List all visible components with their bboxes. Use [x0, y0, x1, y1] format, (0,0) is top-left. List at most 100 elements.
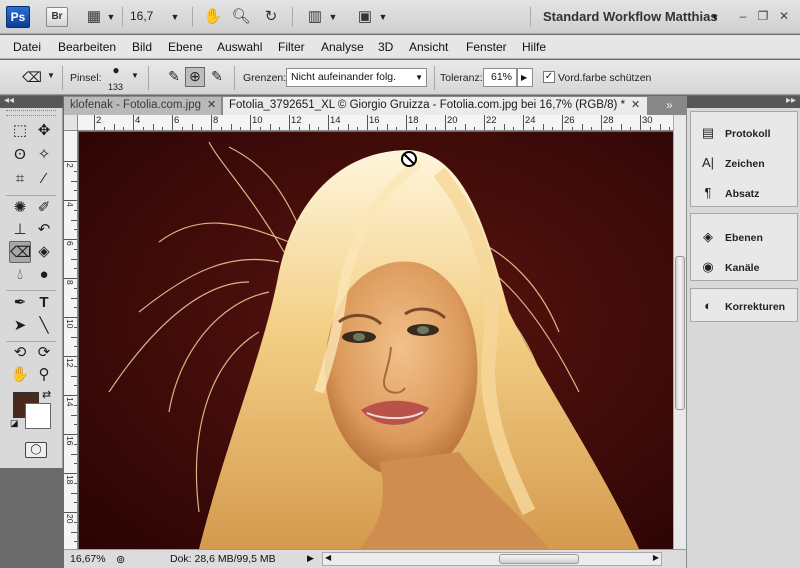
- horizontal-scroll-thumb[interactable]: [499, 554, 579, 564]
- background-eraser-tool-icon[interactable]: ⌫: [9, 241, 31, 263]
- rotate-view-icon[interactable]: ↻: [260, 8, 282, 26]
- collapse-icon[interactable]: ◂◂: [4, 95, 14, 106]
- screen-mode-icon[interactable]: ▣: [354, 8, 376, 26]
- lasso-tool-icon[interactable]: ʘ: [9, 144, 31, 166]
- ruler-tick: [64, 395, 77, 396]
- zoom-tool-icon[interactable]: 🔍︎: [230, 8, 252, 26]
- tab-document-2[interactable]: Fotolia_3792651_XL © Giorgio Gruizza - F…: [223, 97, 647, 115]
- menu-fenster[interactable]: Fenster: [466, 40, 507, 54]
- brush-tool-icon[interactable]: ✐: [33, 197, 55, 219]
- minimize-icon[interactable]: –: [734, 7, 752, 25]
- chevron-down-icon[interactable]: ▼: [106, 8, 116, 26]
- film-view-icon[interactable]: ▦: [84, 8, 104, 26]
- move-tool-icon[interactable]: ✥: [33, 120, 55, 142]
- protect-foreground-checkbox[interactable]: ✓: [543, 71, 555, 83]
- tolerance-slider-button[interactable]: ▶: [517, 68, 533, 87]
- dodge-tool-icon[interactable]: ●: [33, 264, 55, 286]
- menu-datei[interactable]: Datei: [13, 40, 41, 54]
- panel-item-zeichen[interactable]: A| Zeichen: [699, 152, 765, 174]
- paragraph-icon: ¶: [704, 185, 712, 200]
- crop-tool-icon[interactable]: ⌗: [9, 168, 31, 190]
- horizontal-ruler: 2 4 6 8 10 12 14 16 18 20 22 24 26 28 30: [64, 115, 673, 131]
- panel-item-ebenen[interactable]: ◈ Ebenen: [699, 226, 763, 248]
- brush-preview-icon[interactable]: ●: [108, 63, 124, 77]
- menu-bearbeiten[interactable]: Bearbeiten: [58, 40, 116, 54]
- restore-icon[interactable]: ❐: [754, 7, 772, 25]
- menu-ansicht[interactable]: Ansicht: [409, 40, 448, 54]
- panel-item-kanaele[interactable]: ◉ Kanäle: [699, 256, 759, 278]
- menu-auswahl[interactable]: Auswahl: [217, 40, 262, 54]
- scroll-right-icon[interactable]: ▶: [653, 553, 659, 562]
- background-color-swatch[interactable]: [25, 403, 51, 429]
- status-arrow-icon[interactable]: ▶: [307, 553, 314, 564]
- sampling-background-icon[interactable]: ✎: [207, 68, 227, 85]
- 3d-orbit-tool-icon[interactable]: ⟳: [33, 342, 55, 364]
- panel-item-protokoll[interactable]: ▤ Protokoll: [699, 122, 771, 144]
- default-colors-icon[interactable]: ◪: [10, 418, 19, 429]
- close-icon[interactable]: ✕: [775, 7, 793, 25]
- zoom-tool-icon[interactable]: ⚲: [33, 364, 55, 386]
- line-tool-icon[interactable]: ╲: [33, 315, 55, 337]
- eyedropper-tool-icon[interactable]: ⁄: [33, 168, 55, 190]
- type-tool-icon[interactable]: T: [33, 292, 55, 314]
- ruler-tick: [484, 115, 485, 130]
- history-brush-tool-icon[interactable]: ↶: [33, 219, 55, 241]
- menu-3d[interactable]: 3D: [378, 40, 393, 54]
- chevron-down-icon[interactable]: ▼: [170, 8, 180, 26]
- photoshop-logo[interactable]: Ps: [6, 6, 30, 28]
- ruler-label: 6: [65, 241, 75, 246]
- chevron-down-icon[interactable]: ▼: [710, 8, 720, 26]
- vertical-scroll-thumb[interactable]: [675, 256, 685, 410]
- ruler-tick: [64, 512, 77, 513]
- spot-healing-tool-icon[interactable]: ✺: [9, 197, 31, 219]
- sampling-continuous-icon[interactable]: ✎: [164, 68, 184, 85]
- zoom-field[interactable]: 16,67%: [70, 553, 106, 565]
- sampling-once-icon[interactable]: ⊕: [185, 67, 205, 87]
- 3d-rotate-tool-icon[interactable]: ⟲: [9, 342, 31, 364]
- hand-tool-icon[interactable]: ✋: [202, 8, 224, 26]
- chevron-down-icon[interactable]: ▼: [46, 71, 56, 80]
- scroll-left-icon[interactable]: ◀: [325, 553, 331, 562]
- ruler-origin[interactable]: [64, 115, 78, 131]
- menu-bild[interactable]: Bild: [132, 40, 152, 54]
- expand-panels-icon[interactable]: ▸▸: [786, 95, 796, 106]
- magic-wand-tool-icon[interactable]: ✧: [33, 144, 55, 166]
- horizontal-scrollbar[interactable]: ◀ ▶: [322, 552, 662, 566]
- blur-tool-icon[interactable]: 💧︎: [9, 264, 31, 286]
- chevron-down-icon[interactable]: ▼: [328, 8, 338, 26]
- paint-bucket-tool-icon[interactable]: ◈: [33, 241, 55, 263]
- ruler-tick: [103, 127, 105, 130]
- close-icon[interactable]: ✕: [207, 97, 216, 114]
- tab-overflow-icon[interactable]: »: [666, 98, 673, 112]
- clone-stamp-tool-icon[interactable]: ⊥: [9, 219, 31, 241]
- menu-analyse[interactable]: Analyse: [321, 40, 364, 54]
- tolerance-input[interactable]: 61%: [483, 68, 517, 87]
- hand-tool-icon[interactable]: ✋: [9, 364, 31, 386]
- panel-dock-header[interactable]: [687, 96, 800, 108]
- panel-item-korrekturen[interactable]: ◐ Korrekturen: [699, 295, 785, 317]
- path-selection-tool-icon[interactable]: ➤: [9, 315, 31, 337]
- status-menu-icon[interactable]: ⊚: [116, 553, 125, 566]
- chevron-down-icon[interactable]: ▼: [130, 71, 140, 80]
- document-canvas[interactable]: [79, 132, 673, 549]
- panel-grip[interactable]: [6, 110, 56, 116]
- arrange-documents-icon[interactable]: ▥: [304, 8, 326, 26]
- quick-mask-button[interactable]: ◯: [25, 442, 47, 458]
- swap-colors-icon[interactable]: ⇄: [42, 388, 51, 401]
- close-icon[interactable]: ✕: [631, 97, 640, 114]
- marquee-tool-icon[interactable]: ⬚: [9, 120, 31, 142]
- ruler-tick: [318, 127, 320, 130]
- ruler-tick: [123, 127, 125, 130]
- menu-filter[interactable]: Filter: [278, 40, 305, 54]
- chevron-down-icon[interactable]: ▼: [378, 8, 388, 26]
- workspace-switcher[interactable]: Standard Workflow Matthias: [543, 9, 718, 24]
- tab-document-1[interactable]: klofenak - Fotolia.com.jpg ✕: [64, 97, 221, 115]
- background-eraser-preset-icon[interactable]: ⌫: [20, 69, 44, 86]
- menu-hilfe[interactable]: Hilfe: [522, 40, 546, 54]
- pen-tool-icon[interactable]: ✒: [9, 292, 31, 314]
- bridge-button[interactable]: Br: [46, 7, 68, 27]
- panel-item-absatz[interactable]: ¶ Absatz: [699, 182, 760, 204]
- zoom-level-dropdown[interactable]: 16,7: [130, 9, 153, 23]
- limits-dropdown[interactable]: Nicht aufeinander folg. ▼: [286, 68, 427, 87]
- menu-ebene[interactable]: Ebene: [168, 40, 203, 54]
